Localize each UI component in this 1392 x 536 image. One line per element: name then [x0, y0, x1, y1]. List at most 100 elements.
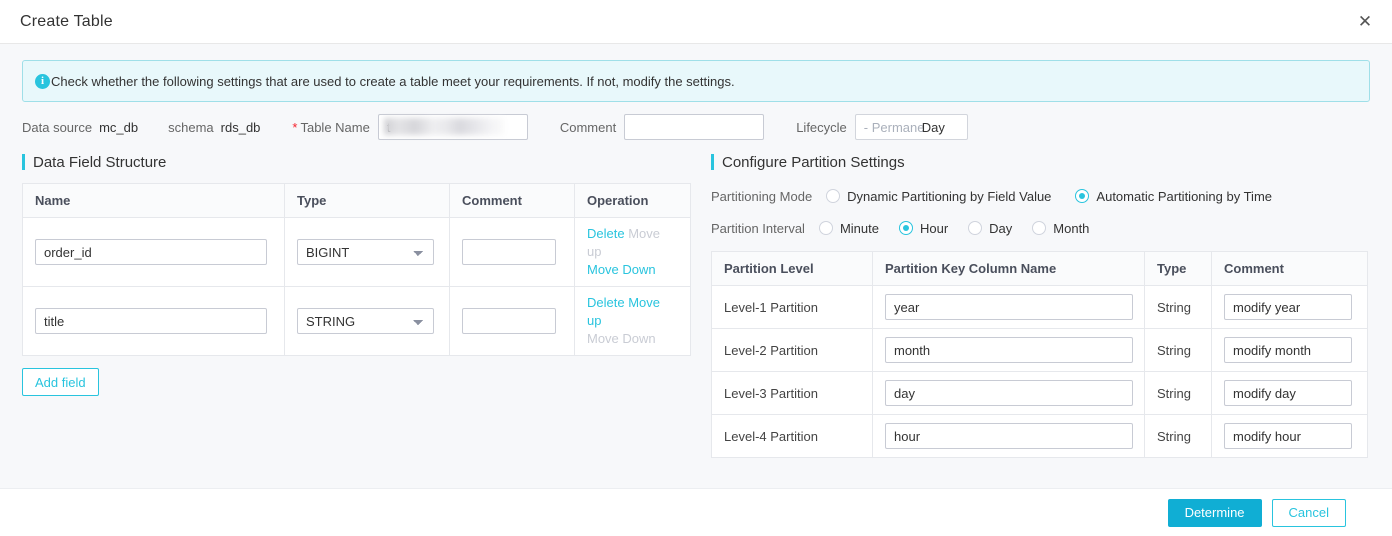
partition-key-cell	[873, 329, 1145, 372]
partition-comment-input[interactable]	[1224, 423, 1352, 449]
partition-comment-cell	[1212, 372, 1368, 415]
field-structure-table: Name Type Comment Operation	[22, 183, 691, 356]
content-columns: Data Field Structure Name Type Comment O…	[22, 150, 1370, 458]
field-comment-input[interactable]	[462, 308, 556, 334]
partition-key-input[interactable]	[885, 337, 1133, 363]
table-row: Level-3 Partition String	[712, 372, 1368, 415]
field-operation-cell: Delete Move up Move Down	[575, 218, 691, 287]
table-header-row: Name Type Comment Operation	[23, 184, 691, 218]
lifecycle-input[interactable]	[856, 115, 924, 139]
schema-label: schema	[168, 120, 214, 135]
lifecycle-field-wrap: Day	[855, 114, 968, 140]
table-meta-row: Data source mc_db schema rds_db * Table …	[22, 114, 1370, 140]
data-field-structure-header: Data Field Structure	[22, 150, 691, 174]
partition-interval-label: Partition Interval	[711, 221, 805, 236]
table-row: Level-4 Partition String	[712, 415, 1368, 458]
field-comment-cell	[450, 218, 575, 287]
partition-key-input[interactable]	[885, 380, 1133, 406]
radio-dynamic-partitioning[interactable]: Dynamic Partitioning by Field Value	[826, 189, 1051, 204]
partition-type-cell: String	[1145, 415, 1212, 458]
table-row: Level-2 Partition String	[712, 329, 1368, 372]
partition-comment-cell	[1212, 415, 1368, 458]
partition-settings-header: Configure Partition Settings	[711, 150, 1370, 174]
table-name-input[interactable]	[378, 114, 528, 140]
determine-button[interactable]: Determine	[1168, 499, 1262, 527]
radio-interval-day[interactable]: Day	[968, 221, 1012, 236]
radio-interval-month[interactable]: Month	[1032, 221, 1089, 236]
partition-comment-input[interactable]	[1224, 380, 1352, 406]
partition-table: Partition Level Partition Key Column Nam…	[711, 251, 1368, 458]
field-name-cell	[23, 287, 285, 356]
radio-dot-icon	[968, 221, 982, 235]
close-icon[interactable]: ✕	[1352, 9, 1378, 35]
partition-key-cell	[873, 286, 1145, 329]
radio-label: Hour	[920, 221, 948, 236]
field-name-input[interactable]	[35, 308, 267, 334]
info-banner-text: Check whether the following settings tha…	[51, 74, 735, 89]
lifecycle-label: Lifecycle	[796, 120, 847, 135]
partition-key-cell	[873, 372, 1145, 415]
lifecycle-unit-suffix: Day	[922, 120, 945, 135]
section-accent-bar	[22, 154, 25, 170]
partition-settings-panel: Configure Partition Settings Partitionin…	[711, 150, 1370, 458]
partition-type-cell: String	[1145, 329, 1212, 372]
field-type-select[interactable]: BIGINT	[297, 239, 434, 265]
add-field-button[interactable]: Add field	[22, 368, 99, 396]
section-accent-bar	[711, 154, 714, 170]
delete-field-link[interactable]: Delete	[587, 295, 625, 310]
delete-field-link[interactable]: Delete	[587, 226, 625, 241]
info-banner: i Check whether the following settings t…	[22, 60, 1370, 102]
dialog-titlebar: Create Table ✕	[0, 0, 1392, 44]
col-header-comment: Comment	[450, 184, 575, 218]
partition-level-cell: Level-1 Partition	[712, 286, 873, 329]
col-header-partition-key: Partition Key Column Name	[873, 252, 1145, 286]
radio-dot-icon	[1075, 189, 1089, 203]
required-marker: *	[292, 120, 297, 135]
table-name-field-wrap	[378, 114, 528, 140]
section-title: Configure Partition Settings	[722, 154, 905, 171]
radio-label: Automatic Partitioning by Time	[1096, 189, 1272, 204]
col-header-type: Type	[285, 184, 450, 218]
table-row: Level-1 Partition String	[712, 286, 1368, 329]
info-icon: i	[35, 74, 50, 89]
col-header-comment: Comment	[1212, 252, 1368, 286]
field-operation-cell: Delete Move up Move Down	[575, 287, 691, 356]
partition-comment-input[interactable]	[1224, 294, 1352, 320]
partition-level-cell: Level-3 Partition	[712, 372, 873, 415]
partition-level-cell: Level-4 Partition	[712, 415, 873, 458]
dialog-title: Create Table	[20, 13, 113, 31]
col-header-type: Type	[1145, 252, 1212, 286]
partition-type-cell: String	[1145, 372, 1212, 415]
table-header-row: Partition Level Partition Key Column Nam…	[712, 252, 1368, 286]
partition-comment-cell	[1212, 329, 1368, 372]
field-type-cell: STRING	[285, 287, 450, 356]
comment-input[interactable]	[624, 114, 764, 140]
field-name-cell	[23, 218, 285, 287]
radio-dot-icon	[819, 221, 833, 235]
field-name-input[interactable]	[35, 239, 267, 265]
radio-dot-icon	[1032, 221, 1046, 235]
partitioning-mode-label: Partitioning Mode	[711, 189, 812, 204]
partition-comment-cell	[1212, 286, 1368, 329]
partition-key-input[interactable]	[885, 423, 1133, 449]
radio-label: Day	[989, 221, 1012, 236]
radio-label: Month	[1053, 221, 1089, 236]
radio-dot-icon	[899, 221, 913, 235]
section-title: Data Field Structure	[33, 154, 166, 171]
data-field-structure-panel: Data Field Structure Name Type Comment O…	[22, 150, 691, 458]
radio-interval-minute[interactable]: Minute	[819, 221, 879, 236]
radio-automatic-partitioning[interactable]: Automatic Partitioning by Time	[1075, 189, 1272, 204]
field-comment-input[interactable]	[462, 239, 556, 265]
radio-dot-icon	[826, 189, 840, 203]
move-down-link[interactable]: Move Down	[587, 262, 656, 277]
partition-key-cell	[873, 415, 1145, 458]
partition-comment-input[interactable]	[1224, 337, 1352, 363]
cancel-button[interactable]: Cancel	[1272, 499, 1346, 527]
create-table-dialog: Create Table ✕ i Check whether the follo…	[0, 0, 1392, 536]
comment-label: Comment	[560, 120, 616, 135]
radio-interval-hour[interactable]: Hour	[899, 221, 948, 236]
field-type-select[interactable]: STRING	[297, 308, 434, 334]
field-type-cell: BIGINT	[285, 218, 450, 287]
partition-key-input[interactable]	[885, 294, 1133, 320]
radio-label: Minute	[840, 221, 879, 236]
